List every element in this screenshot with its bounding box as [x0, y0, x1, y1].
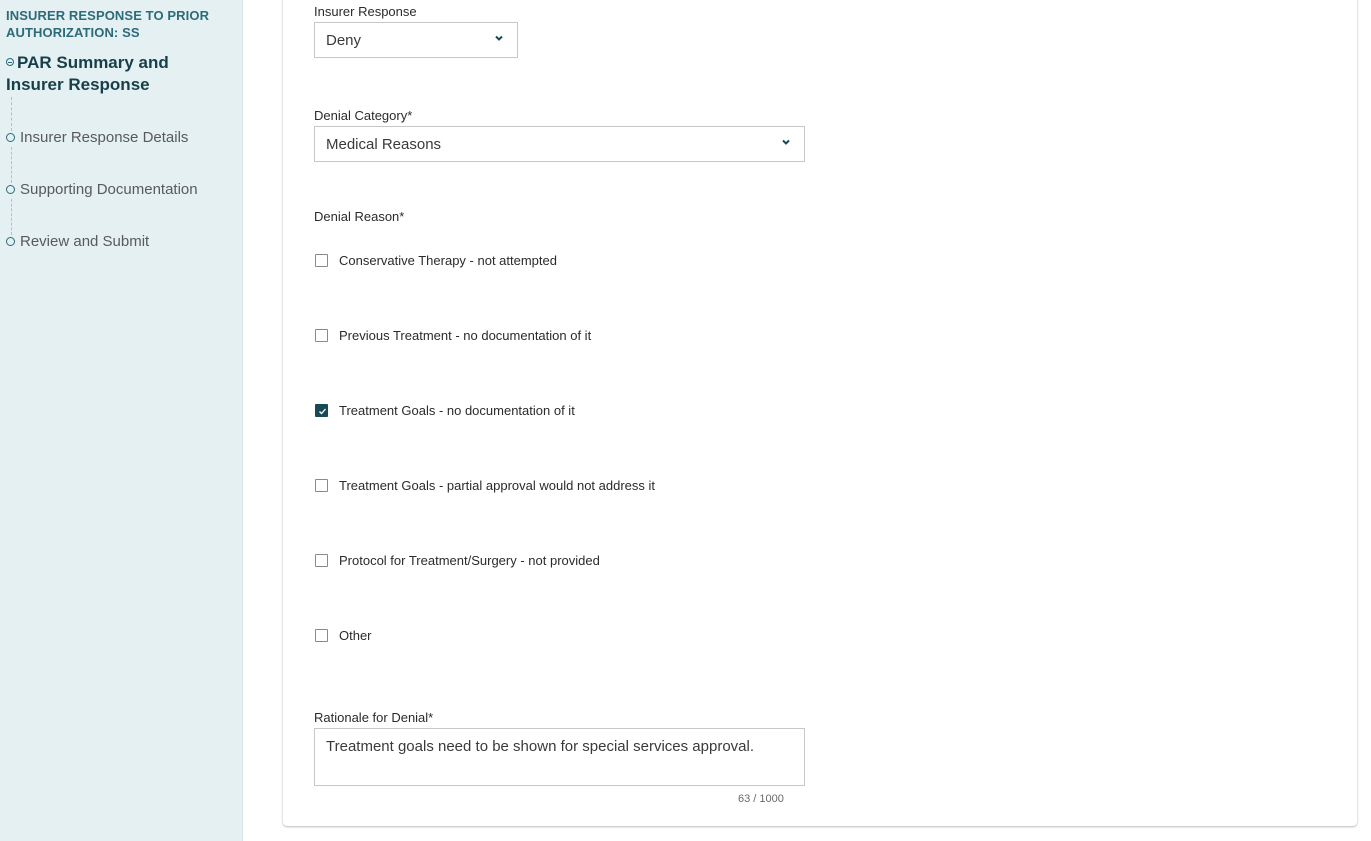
denial-category-value: Medical Reasons — [326, 135, 442, 153]
checkbox[interactable] — [315, 629, 328, 642]
step-connector — [11, 97, 12, 131]
checkmark-icon — [319, 408, 326, 415]
rationale-label: Rationale for Denial* — [314, 710, 434, 725]
step-connector — [11, 199, 12, 235]
denial-category-select[interactable]: Medical Reasons — [314, 126, 805, 162]
insurer-response-select[interactable]: Deny — [314, 22, 518, 58]
checkbox-label: Treatment Goals - no documentation of it — [339, 403, 575, 418]
step-circle-icon — [6, 185, 15, 194]
checkbox[interactable] — [315, 254, 328, 267]
denial-reason-option[interactable]: Previous Treatment - no documentation of… — [315, 328, 591, 343]
rationale-textarea[interactable]: Treatment goals need to be shown for spe… — [314, 728, 805, 786]
step-label: Supporting Documentation — [20, 181, 198, 198]
character-counter: 63 / 1000 — [738, 793, 784, 805]
step-supporting-documentation[interactable]: Supporting Documentation — [6, 180, 198, 200]
denial-reason-option[interactable]: Other — [315, 628, 372, 643]
denial-reason-option[interactable]: Conservative Therapy - not attempted — [315, 253, 557, 268]
sidebar-title: INSURER RESPONSE TO PRIOR AUTHORIZATION:… — [6, 8, 210, 40]
sidebar: INSURER RESPONSE TO PRIOR AUTHORIZATION:… — [0, 0, 243, 841]
step-par-summary[interactable]: PAR Summary and Insurer Response — [6, 52, 206, 96]
checkbox-label: Conservative Therapy - not attempted — [339, 253, 557, 268]
step-label: Insurer Response Details — [20, 129, 189, 146]
checkbox-label: Previous Treatment - no documentation of… — [339, 328, 592, 343]
step-review-and-submit[interactable]: Review and Submit — [6, 232, 149, 252]
denial-reason-option[interactable]: Treatment Goals - no documentation of it — [315, 403, 575, 418]
checkbox-checked[interactable] — [315, 404, 328, 417]
checkbox-label: Protocol for Treatment/Surgery - not pro… — [339, 553, 600, 568]
denial-reason-label: Denial Reason* — [314, 209, 405, 224]
step-circle-icon — [6, 133, 15, 142]
step-circle-icon — [6, 237, 15, 246]
chevron-down-icon — [782, 139, 790, 145]
denial-reason-option[interactable]: Protocol for Treatment/Surgery - not pro… — [315, 553, 600, 568]
insurer-response-label: Insurer Response — [314, 4, 417, 19]
step-label: Review and Submit — [20, 233, 150, 250]
step-connector — [11, 147, 12, 183]
checkbox-label: Treatment Goals - partial approval would… — [339, 478, 656, 493]
step-current-icon — [6, 58, 14, 66]
checkbox-label: Other — [339, 628, 372, 643]
denial-category-label: Denial Category* — [314, 108, 413, 123]
step-insurer-response-details[interactable]: Insurer Response Details — [6, 128, 188, 148]
step-label: PAR Summary and Insurer Response — [6, 53, 169, 94]
checkbox[interactable] — [315, 479, 328, 492]
chevron-down-icon — [495, 35, 503, 41]
checkbox[interactable] — [315, 329, 328, 342]
denial-reason-option[interactable]: Treatment Goals - partial approval would… — [315, 478, 655, 493]
insurer-response-value: Deny — [326, 31, 362, 49]
checkbox[interactable] — [315, 554, 328, 567]
